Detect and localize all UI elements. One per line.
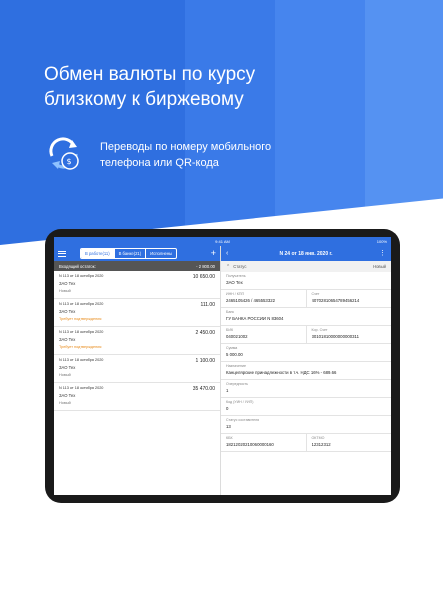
feature-description: Переводы по номеру мобильного телефона и…: [100, 139, 400, 171]
field-label: Банк: [226, 310, 234, 314]
headline-line: близкому к биржевому: [44, 89, 244, 110]
document-status: Требует подтверждения: [59, 345, 102, 349]
field-label: Счет: [311, 292, 320, 296]
tab-in-bank[interactable]: В банке(21): [115, 249, 147, 258]
bik-field: БИК 040021002: [221, 326, 307, 343]
status-bar: 9:41 AM 100%: [54, 237, 391, 246]
status-value: Новый: [373, 264, 386, 269]
code-field: Код (УИН / УИП) 0: [221, 398, 391, 416]
document-list: N 113 от 18 октября 2020 10 650.00 ЗАО Т…: [54, 271, 220, 411]
field-label: ОКТМО: [311, 436, 325, 440]
field-value: 13: [226, 424, 231, 429]
tab-executed[interactable]: Исполнены: [146, 249, 176, 258]
status-label: Статус: [233, 264, 247, 269]
opening-balance-row: Входящий остаток: - 2 800.00: [54, 261, 220, 271]
currency-exchange-icon: $: [44, 134, 84, 174]
recipient-field: Получатель ЗАО Тех: [221, 272, 391, 290]
document-amount: 111.00: [200, 302, 215, 308]
document-title: N 113 от 18 октября 2020: [59, 302, 104, 306]
document-amount: 10 650.00: [192, 274, 215, 280]
document-company: ЗАО Тех: [59, 309, 76, 314]
document-title: N 113 от 18 октября 2020: [59, 386, 104, 390]
field-value: 5 000.00: [226, 352, 243, 357]
compiler-status-field: Статус составителя 13: [221, 416, 391, 434]
documents-panel: В работе(11) В банке(21) Исполнены + Вхо…: [54, 246, 221, 495]
corr-account-field: Кор. Счет 30101810000000000311: [307, 326, 392, 343]
list-item[interactable]: N 113 от 18 октября 2020 1 100.00 ЗАО Те…: [54, 355, 220, 383]
chevron-up-icon: ⌃: [226, 263, 231, 270]
field-value: 18212020210060000160: [226, 442, 274, 447]
document-status: Новый: [59, 373, 71, 377]
list-item[interactable]: N 113 от 18 октября 2020 35 470.00 ЗАО Т…: [54, 383, 220, 411]
hamburger-menu-icon[interactable]: [58, 250, 66, 257]
status-time: 9:41 AM: [215, 239, 230, 244]
field-label: ИНН / КПП: [226, 292, 245, 296]
oktmo-field: ОКТМО 12312312: [307, 434, 392, 451]
field-label: Очередность: [226, 382, 248, 386]
field-value: 040021002: [226, 334, 248, 339]
balance-value: - 2 800.00: [196, 263, 215, 269]
field-label: Назначение: [226, 364, 246, 368]
feature-line: Переводы по номеру мобильного: [100, 141, 272, 153]
balance-label: Входящий остаток:: [59, 263, 96, 269]
field-value: ЗАО Тех: [226, 280, 243, 285]
document-company: ЗАО Тех: [59, 393, 76, 398]
bank-field: Банк ГУ БАНКА РОССИИ N 83604: [221, 308, 391, 326]
tablet-screen: 9:41 AM 100% В работе(11) В банке(21) Ис…: [54, 237, 391, 495]
field-label: Статус составителя: [226, 418, 260, 422]
document-company: ЗАО Тех: [59, 365, 76, 370]
field-label: Получатель: [226, 274, 246, 278]
status-tabs: В работе(11) В банке(21) Исполнены: [80, 248, 178, 259]
list-item[interactable]: N 113 от 18 октября 2020 111.00 ЗАО Тех …: [54, 299, 220, 327]
kbk-oktmo-row: КБК 18212020210060000160 ОКТМО 12312312: [221, 434, 391, 452]
document-company: ЗАО Тех: [59, 337, 76, 342]
bik-corr-row: БИК 040021002 Кор. Счет 3010181000000000…: [221, 326, 391, 344]
order-field: Очередность 1: [221, 380, 391, 398]
field-label: КБК: [226, 436, 233, 440]
svg-text:$: $: [67, 157, 72, 166]
field-value: Канцелярские принадлежности в т.ч. НДС 1…: [226, 370, 337, 375]
document-amount: 2 450.00: [195, 330, 215, 336]
field-value: ГУ БАНКА РОССИИ N 83604: [226, 316, 284, 321]
document-title: N 113 от 18 октября 2020: [59, 358, 104, 362]
document-detail-title: N 24 от 18 янв. 2020 г.: [279, 250, 333, 257]
promo-headline: Обмен валюты по курсу близкому к биржево…: [44, 62, 424, 112]
field-value: 12312312: [311, 442, 331, 447]
account-field: Счет 40702810654789456214: [307, 290, 392, 307]
document-company: ЗАО Тех: [59, 281, 76, 286]
add-document-icon[interactable]: +: [211, 249, 216, 258]
purpose-field: Назначение Канцелярские принадлежности в…: [221, 362, 391, 380]
field-value: 40702810654789456214: [311, 298, 360, 303]
tab-in-work[interactable]: В работе(11): [81, 249, 115, 258]
left-toolbar: В работе(11) В банке(21) Исполнены +: [54, 246, 220, 261]
document-detail-panel: ‹ N 24 от 18 янв. 2020 г. ⋮ ⌃ Статус Нов…: [221, 246, 391, 495]
battery-indicator: 100%: [376, 239, 387, 244]
status-row[interactable]: ⌃ Статус Новый: [221, 261, 391, 272]
detail-toolbar: ‹ N 24 от 18 янв. 2020 г. ⋮: [221, 246, 391, 261]
field-value: 30101810000000000311: [311, 334, 359, 339]
document-status: Новый: [59, 289, 71, 293]
field-value: 0: [226, 406, 229, 411]
document-amount: 35 470.00: [192, 386, 215, 392]
inn-account-row: ИНН / КПП 2465105426 / 465553322 Счет 40…: [221, 290, 391, 308]
list-item[interactable]: N 113 от 18 октября 2020 10 650.00 ЗАО Т…: [54, 271, 220, 299]
field-label: Кор. Счет: [311, 328, 328, 332]
document-status: Требует подтверждения: [59, 317, 102, 321]
field-value: 2465105426 / 465553322: [226, 298, 275, 303]
document-title: N 113 от 18 октября 2020: [59, 330, 104, 334]
document-amount: 1 100.00: [195, 358, 215, 364]
inn-field: ИНН / КПП 2465105426 / 465553322: [221, 290, 307, 307]
field-value: 1: [226, 388, 229, 393]
field-label: Сумма: [226, 346, 238, 350]
kbk-field: КБК 18212020210060000160: [221, 434, 307, 451]
field-label: Код (УИН / УИП): [226, 400, 254, 404]
document-title: N 113 от 18 октября 2020: [59, 274, 104, 278]
document-status: Новый: [59, 401, 71, 405]
field-label: БИК: [226, 328, 234, 332]
sum-field: Сумма 5 000.00: [221, 344, 391, 362]
list-item[interactable]: N 113 от 18 октября 2020 2 450.00 ЗАО Те…: [54, 327, 220, 355]
tablet-device: 9:41 AM 100% В работе(11) В банке(21) Ис…: [45, 229, 400, 503]
headline-line: Обмен валюты по курсу: [44, 64, 256, 85]
feature-line: телефона или QR-кода: [100, 157, 219, 169]
